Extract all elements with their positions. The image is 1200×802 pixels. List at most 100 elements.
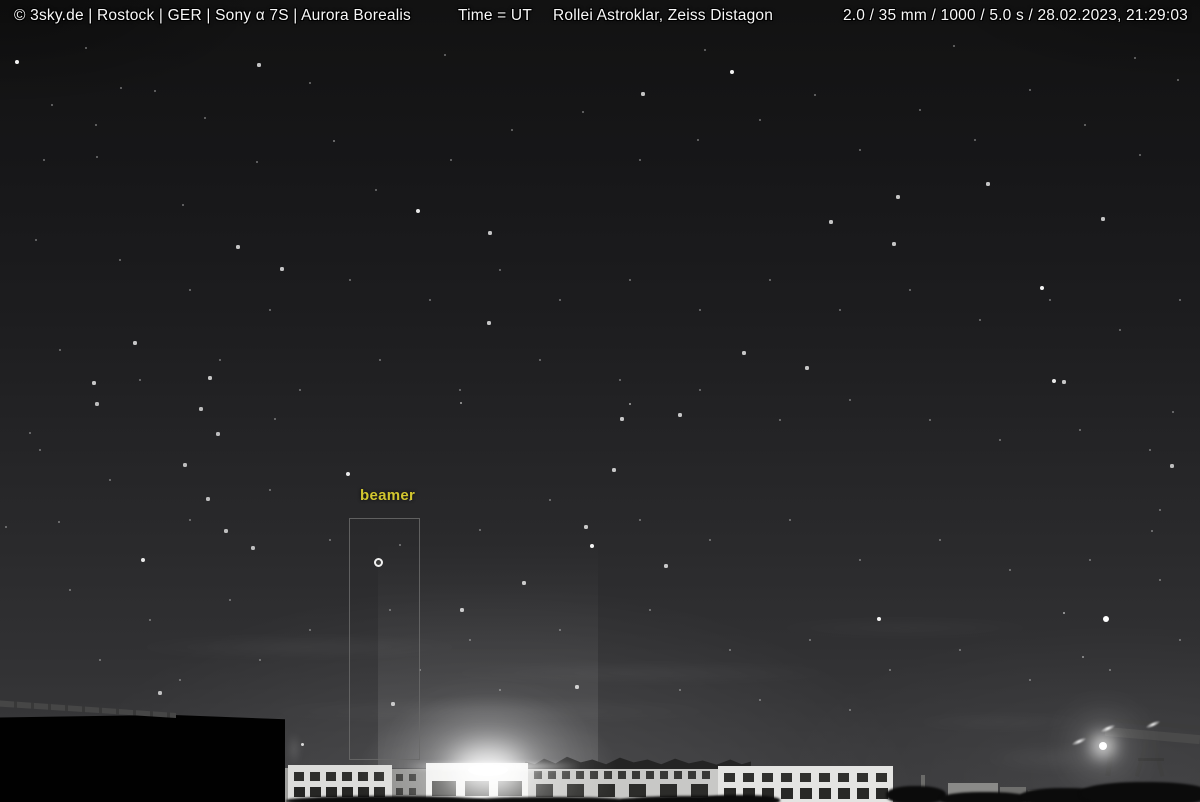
star xyxy=(378,358,382,362)
star xyxy=(1133,56,1137,60)
star xyxy=(1081,655,1085,659)
window xyxy=(838,788,850,799)
star xyxy=(1028,678,1032,682)
star xyxy=(581,110,585,114)
star xyxy=(1048,298,1052,302)
crane-lamp xyxy=(1099,742,1107,750)
window xyxy=(800,788,812,799)
star xyxy=(148,618,152,622)
window xyxy=(702,771,710,779)
star xyxy=(698,388,702,392)
star xyxy=(255,160,259,164)
star xyxy=(813,93,817,97)
star xyxy=(206,497,210,501)
star xyxy=(4,525,8,529)
cloud-wisp xyxy=(860,714,1140,730)
star xyxy=(1158,578,1162,582)
star xyxy=(628,402,632,406)
star xyxy=(548,498,552,502)
star xyxy=(181,203,185,207)
window xyxy=(819,773,830,782)
star xyxy=(584,525,588,529)
star xyxy=(95,402,99,406)
star xyxy=(742,351,746,355)
exposure-info-text: 2.0 / 35 mm / 1000 / 5.0 s / 28.02.2023,… xyxy=(842,7,1188,24)
star xyxy=(153,89,157,93)
star xyxy=(188,518,192,522)
smoke-wisp xyxy=(286,732,302,766)
star xyxy=(1078,428,1082,432)
cloud-wisp xyxy=(690,616,1120,640)
window xyxy=(674,771,682,779)
star xyxy=(952,44,956,48)
star xyxy=(449,158,453,162)
star xyxy=(538,358,542,362)
star xyxy=(308,81,312,85)
star xyxy=(620,417,624,421)
star xyxy=(416,209,420,213)
star xyxy=(308,628,312,632)
star xyxy=(858,148,862,152)
star xyxy=(488,231,492,235)
window xyxy=(781,773,792,782)
star xyxy=(298,388,302,392)
star xyxy=(138,378,142,382)
star xyxy=(986,182,990,186)
star xyxy=(1101,217,1105,221)
star xyxy=(510,128,514,132)
bush xyxy=(470,797,630,802)
star xyxy=(478,528,482,532)
star xyxy=(203,116,207,120)
window xyxy=(819,788,831,799)
window xyxy=(294,772,304,781)
star xyxy=(892,242,896,246)
star xyxy=(848,708,852,712)
star xyxy=(348,278,352,282)
star xyxy=(224,529,228,533)
star xyxy=(84,46,88,50)
star xyxy=(698,308,702,312)
star xyxy=(133,341,137,345)
star xyxy=(618,378,622,382)
bush xyxy=(886,786,946,802)
star xyxy=(978,318,982,322)
star xyxy=(50,103,54,107)
star xyxy=(778,418,782,422)
star xyxy=(648,608,652,612)
star xyxy=(374,188,378,192)
night-sky-photo: © 3sky.de | Rostock | GER | Sony α 7S | … xyxy=(0,0,1200,802)
star xyxy=(758,118,762,122)
star xyxy=(1158,508,1162,512)
window xyxy=(688,771,696,779)
window xyxy=(743,773,754,782)
star xyxy=(1062,611,1066,615)
star xyxy=(805,366,809,370)
star xyxy=(332,139,336,143)
star xyxy=(1062,380,1066,384)
star xyxy=(1150,529,1154,533)
window xyxy=(781,788,793,799)
star xyxy=(58,348,62,352)
window xyxy=(724,773,735,782)
star xyxy=(158,691,162,695)
star xyxy=(94,123,98,127)
star xyxy=(119,86,123,90)
star xyxy=(57,520,61,524)
star xyxy=(678,413,682,417)
star xyxy=(268,488,272,492)
star xyxy=(1138,153,1142,157)
star xyxy=(973,138,977,142)
star xyxy=(768,278,772,282)
star xyxy=(1178,638,1182,642)
star xyxy=(558,298,562,302)
star xyxy=(938,538,942,542)
star xyxy=(236,245,240,249)
star xyxy=(459,401,463,405)
star xyxy=(918,108,922,112)
star xyxy=(696,138,700,142)
star xyxy=(729,69,735,75)
star xyxy=(216,432,220,436)
star xyxy=(1176,78,1180,82)
star xyxy=(228,598,232,602)
star xyxy=(1178,298,1182,302)
